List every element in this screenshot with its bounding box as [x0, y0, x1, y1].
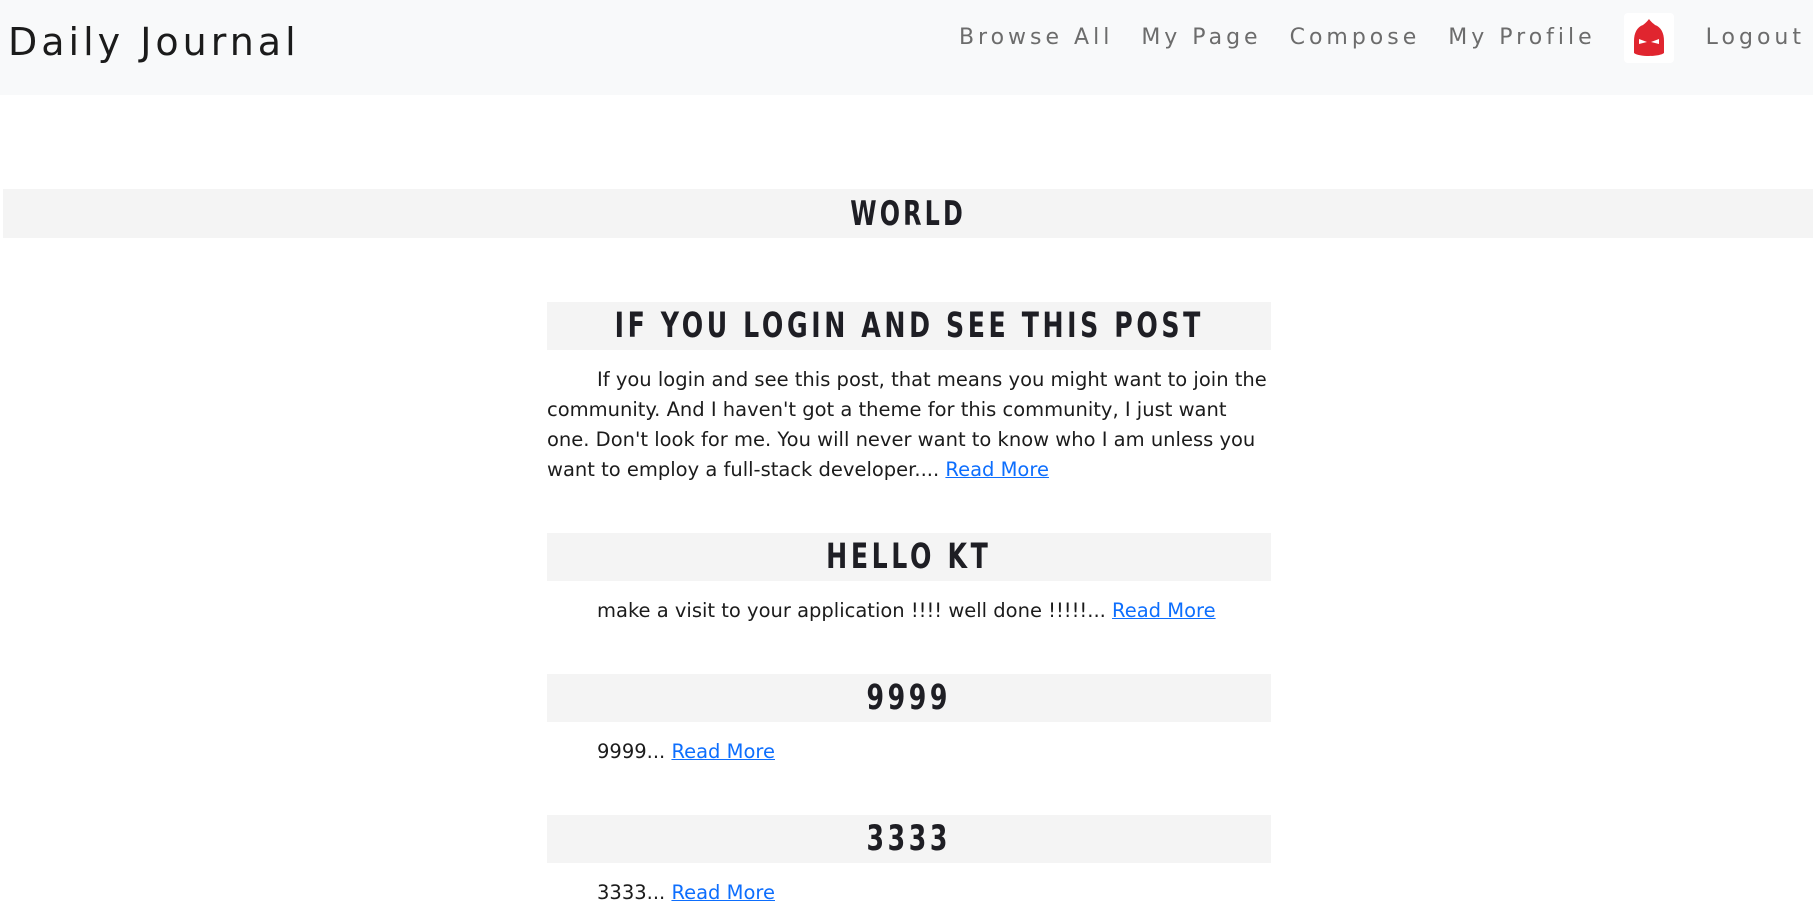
- nav-my-page[interactable]: My Page: [1141, 25, 1261, 50]
- post-title-bar: 9999: [547, 674, 1271, 722]
- post-list: IF YOU LOGIN AND SEE THIS POST If you lo…: [547, 302, 1271, 915]
- read-more-link[interactable]: Read More: [1112, 599, 1216, 622]
- red-helmet-icon: [1633, 18, 1664, 56]
- post-title[interactable]: 9999: [867, 678, 952, 718]
- post-excerpt: make a visit to your application !!!! we…: [547, 596, 1271, 626]
- nav-compose[interactable]: Compose: [1290, 25, 1421, 50]
- post-title[interactable]: HELLO KT: [826, 537, 991, 577]
- post-excerpt: 9999... Read More: [547, 737, 1271, 767]
- category-header: WORLD: [3, 189, 1813, 238]
- post-title-bar: 3333: [547, 815, 1271, 863]
- nav-browse-all[interactable]: Browse All: [959, 25, 1113, 50]
- post-item: HELLO KT make a visit to your applicatio…: [547, 533, 1271, 674]
- nav-logout[interactable]: Logout: [1706, 25, 1805, 50]
- post-excerpt: If you login and see this post, that mea…: [547, 365, 1271, 485]
- post-title[interactable]: 3333: [867, 819, 952, 859]
- post-item: IF YOU LOGIN AND SEE THIS POST If you lo…: [547, 302, 1271, 533]
- avatar[interactable]: [1623, 12, 1674, 63]
- category-title: WORLD: [850, 193, 966, 234]
- post-title-bar: HELLO KT: [547, 533, 1271, 581]
- read-more-link[interactable]: Read More: [671, 881, 775, 904]
- navbar: Daily Journal Browse All My Page Compose…: [0, 0, 1813, 95]
- post-excerpt-text: If you login and see this post, that mea…: [547, 368, 1267, 481]
- read-more-link[interactable]: Read More: [945, 458, 1049, 481]
- post-excerpt-text: make a visit to your application !!!! we…: [597, 599, 1106, 622]
- post-item: 3333 3333... Read More: [547, 815, 1271, 915]
- read-more-link[interactable]: Read More: [671, 740, 775, 763]
- post-item: 9999 9999... Read More: [547, 674, 1271, 815]
- nav-my-profile[interactable]: My Profile: [1448, 25, 1595, 50]
- post-excerpt: 3333... Read More: [547, 878, 1271, 908]
- post-excerpt-text: 9999...: [597, 740, 666, 763]
- post-title-bar: IF YOU LOGIN AND SEE THIS POST: [547, 302, 1271, 350]
- post-title[interactable]: IF YOU LOGIN AND SEE THIS POST: [614, 306, 1203, 346]
- brand-logo[interactable]: Daily Journal: [8, 20, 300, 64]
- post-excerpt-text: 3333...: [597, 881, 666, 904]
- nav-links: Browse All My Page Compose My Profile Lo…: [931, 0, 1813, 75]
